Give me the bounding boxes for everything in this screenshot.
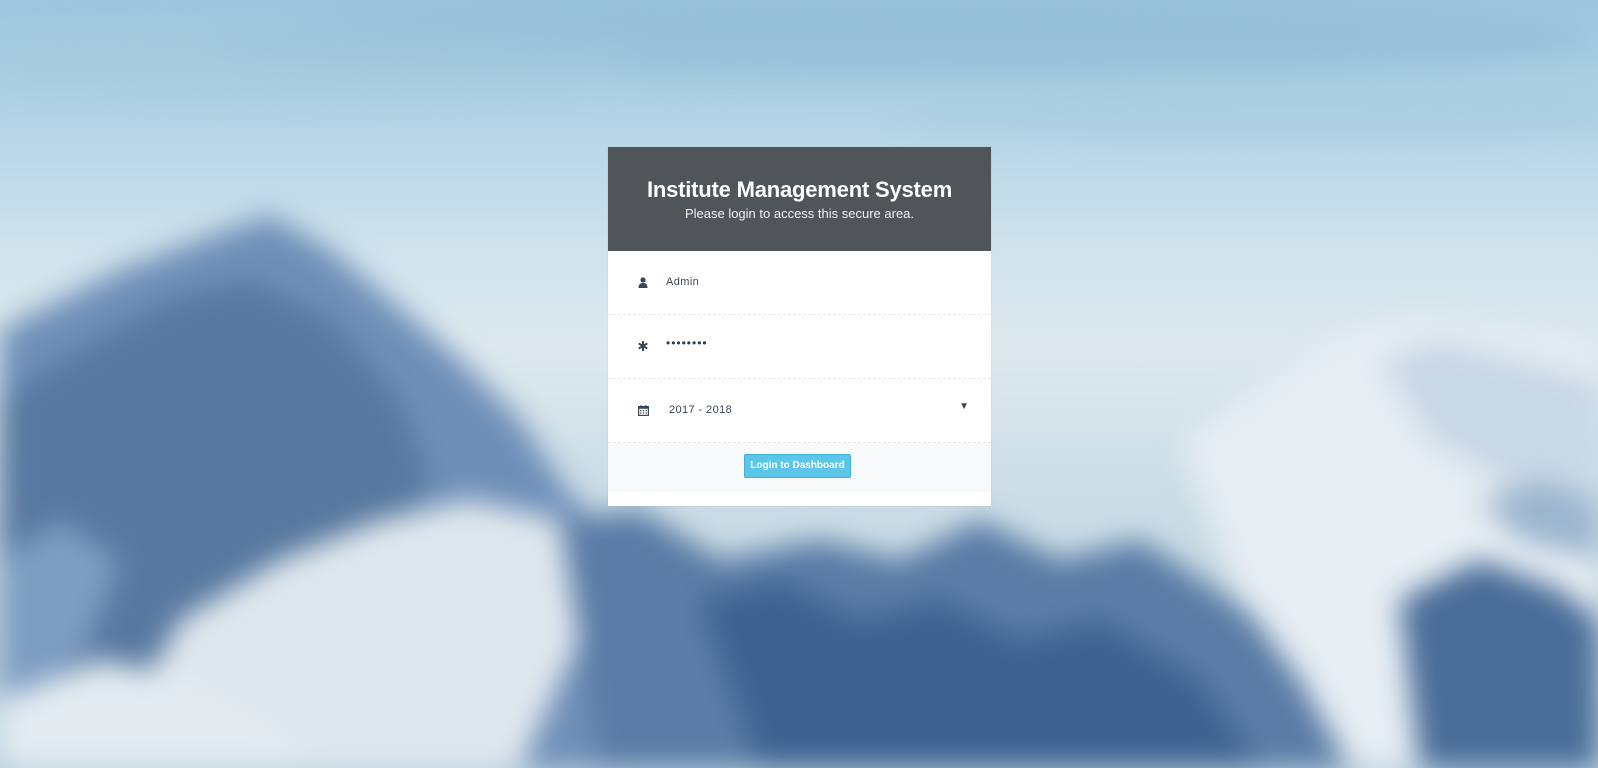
caret-down-icon: ▼ [959,401,969,412]
asterisk-icon [637,339,649,353]
user-icon [637,275,649,289]
password-value: •••••••• [666,336,708,350]
calendar-icon [637,403,649,417]
login-button[interactable]: Login to Dashboard [744,454,851,478]
page-subtitle: Please login to access this secure area. [684,206,915,221]
page-title: Institute Management System [646,177,953,202]
session-select[interactable]: 2017 - 2018 ▼ [608,379,991,443]
login-panel: Institute Management System Please login… [608,147,991,506]
username-field[interactable]: Admin [608,251,991,315]
username-value: Admin [666,276,700,288]
password-field[interactable]: •••••••• [608,315,991,379]
form-footer: Login to Dashboard [608,443,991,506]
login-header: Institute Management System Please login… [608,147,991,251]
session-value: 2017 - 2018 [669,404,733,416]
